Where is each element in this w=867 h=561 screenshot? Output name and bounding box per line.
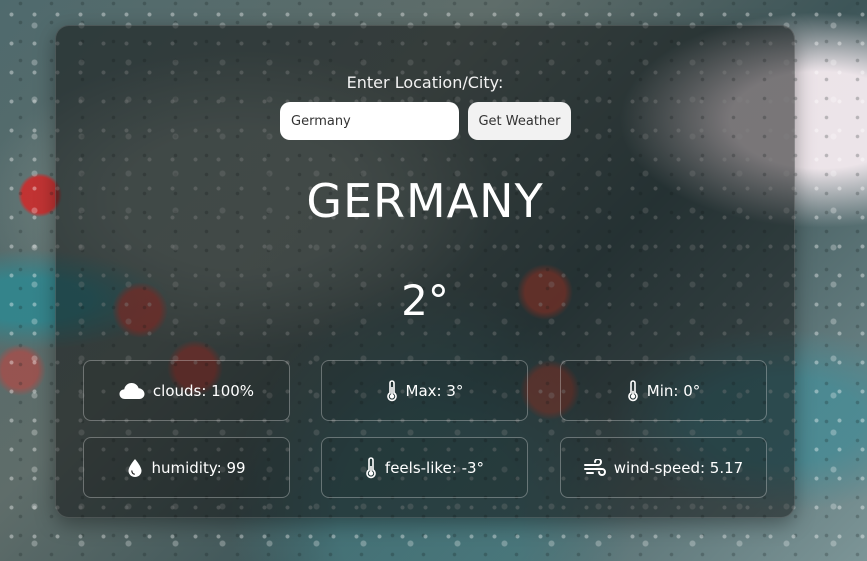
city-search-input[interactable] (280, 102, 459, 140)
max-temp-tile: Max: 3° (321, 360, 528, 421)
min-temp-value: Min: 0° (646, 381, 701, 400)
wind-speed-value: wind-speed: 5.17 (613, 458, 744, 477)
location-prompt-label: Enter Location/City: (346, 73, 504, 92)
current-temperature: 2° (401, 276, 449, 325)
thermometer-icon (386, 379, 398, 402)
clouds-tile: clouds: 100% (83, 360, 290, 421)
feels-like-value: feels-like: -3° (384, 458, 485, 477)
thermometer-icon (365, 456, 377, 479)
min-temp-tile: Min: 0° (560, 360, 767, 421)
weather-card: Enter Location/City: Get Weather GERMANY… (55, 25, 795, 518)
cloud-icon (119, 382, 145, 400)
humidity-tile: humidity: 99 (83, 437, 290, 498)
city-name: GERMANY (306, 174, 544, 228)
humidity-value: humidity: 99 (151, 458, 246, 477)
thermometer-icon (627, 379, 639, 402)
get-weather-button[interactable]: Get Weather (468, 102, 571, 140)
max-temp-value: Max: 3° (405, 381, 464, 400)
water-drop-icon (127, 458, 143, 478)
clouds-value: clouds: 100% (152, 381, 255, 400)
wind-icon (583, 458, 606, 477)
wind-speed-tile: wind-speed: 5.17 (560, 437, 767, 498)
feels-like-tile: feels-like: -3° (321, 437, 528, 498)
